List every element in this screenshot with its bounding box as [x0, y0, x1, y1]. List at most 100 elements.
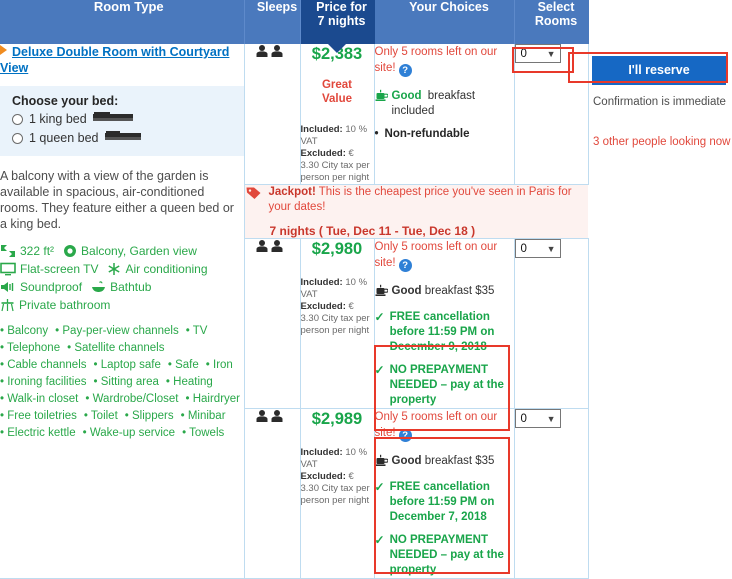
amenity-line: • Walk-in closet • Wardrobe/Closet • Haird… [0, 391, 244, 408]
chevron-down-icon: ▼ [546, 48, 556, 59]
radio-king-bed-icon[interactable] [12, 113, 23, 125]
check-icon: ✓ [374, 480, 385, 494]
amenity-item: • Satellite channels [67, 342, 165, 354]
amenity-item: • Heating [165, 376, 213, 388]
amenity-item: • TV [185, 325, 208, 337]
header-select-line2: Rooms [534, 14, 578, 28]
king-bed-icon [92, 111, 133, 127]
breakfast-icon [375, 284, 388, 302]
help-icon[interactable]: ? [398, 64, 412, 77]
rooms-table: Room Type Sleeps Price for 7 nights Your… [0, 0, 589, 579]
select-rooms-dropdown[interactable]: 0 ▼ [514, 44, 561, 63]
bed-option-king[interactable]: 1 king bed [12, 111, 234, 127]
room-description: A balcony with a view of the garden is a… [0, 169, 234, 231]
amenity-item: • Free toiletries [0, 410, 77, 422]
sleeps-cell [244, 408, 301, 579]
breakfast-rating: Good [391, 90, 422, 102]
select-rooms-dropdown[interactable]: 0 ▼ [514, 409, 561, 428]
select-rooms-value: 0 [520, 47, 527, 60]
choices-cell: Only 5 rooms left on our site!? Good bre… [374, 44, 515, 185]
help-icon[interactable]: ? [398, 259, 412, 272]
amenity-item: • Safe [167, 359, 199, 371]
amenity-line: • Balcony • Pay-per-view channels • TV [0, 323, 244, 340]
feature-line: 322 ft² Balcony, Garden view [0, 242, 244, 260]
breakfast-detail: breakfast $35 [421, 285, 495, 297]
sleeps-cell [244, 238, 301, 409]
feature-line: Soundproof Bathtub [0, 278, 244, 296]
reserve-panel: I'll reserve Confirmation is immediate 3… [588, 44, 732, 148]
breakfast-rating: Good [391, 285, 422, 297]
breakfast-icon [375, 89, 388, 119]
chevron-down-icon: ▼ [546, 243, 556, 254]
breakfast-info: Good breakfast included [375, 89, 514, 119]
feature-private-bathroom: Private bathroom [0, 296, 110, 314]
tax-included-label: Included: [300, 124, 343, 135]
amenity-item: • Ironing facilities [0, 376, 87, 388]
header-room-type: Room Type [0, 0, 245, 44]
amenity-item: • Wardrobe/Closet [85, 393, 179, 405]
no-prepayment-text: NO PREPAYMENT NEEDED – pay at the proper… [389, 534, 504, 576]
jackpot-top: Jackpot! This is the cheapest price you'… [245, 185, 589, 215]
amenity-line: • Free toiletries • Toilet • Slippers • Min… [0, 408, 244, 425]
breakfast-info: Good breakfast $35 [375, 454, 514, 472]
header-price-line2: 7 nights [317, 14, 366, 28]
select-rooms-value: 0 [520, 412, 527, 425]
amenity-item: • Walk-in closet [0, 393, 79, 405]
free-cancellation-policy: ✓ FREE cancellation before 11:59 PM on D… [375, 480, 514, 525]
bed-option-queen[interactable]: 1 queen bed [12, 130, 234, 146]
choices-cell: Only 5 rooms left on our site!? Good bre… [374, 238, 515, 409]
amenity-item: • Iron [205, 359, 233, 371]
no-prepayment-text: NO PREPAYMENT NEEDED – pay at the proper… [389, 364, 504, 406]
tv-icon [0, 262, 16, 276]
select-rooms-dropdown[interactable]: 0 ▼ [514, 239, 561, 258]
room-type-cell: Deluxe Double Room with Courtyard View C… [0, 44, 245, 579]
feature-air-conditioning: Air conditioning [107, 260, 208, 278]
price-cell: $2,980 Included: 10 % VAT Excluded: € 3.… [300, 238, 375, 409]
value-badge: Great Value [321, 79, 353, 105]
header-select-rooms: Select Rooms [514, 0, 589, 44]
radio-queen-bed-icon[interactable] [12, 132, 23, 144]
bed-option-king-label: 1 king bed [29, 112, 87, 126]
breakfast-detail: breakfast $35 [421, 455, 495, 467]
rooms-left-text: Only 5 rooms left on our site! [374, 241, 498, 269]
tax-excluded-label: Excluded: [300, 148, 346, 159]
feature-bathtub: Bathtub [91, 278, 151, 296]
table-row: Deluxe Double Room with Courtyard View C… [0, 44, 589, 579]
select-rooms-cell: 0 ▼ [514, 408, 589, 579]
header-select-line1: Select [537, 0, 575, 14]
bathtub-icon [91, 280, 106, 294]
amenity-item: • Wake-up service [82, 427, 176, 439]
help-icon[interactable]: ? [398, 429, 412, 442]
check-icon: ✓ [374, 310, 385, 324]
breakfast-info: Good breakfast $35 [375, 284, 514, 302]
feature-line: Flat-screen TV Air conditioning [0, 260, 244, 278]
chevron-down-icon: ▼ [546, 413, 556, 424]
jackpot-dates: 7 nights ( Tue, Dec 11 - Tue, Dec 18 ) [269, 224, 476, 238]
amenity-item: • Electric kettle [0, 427, 76, 439]
soundproof-icon [0, 280, 16, 294]
amenity-item: • Slippers [124, 410, 174, 422]
feature-soundproof-label: Soundproof [20, 280, 83, 294]
tax-included-label: Included: [300, 277, 343, 288]
feature-size: 322 ft² [0, 242, 54, 260]
tax-included-label: Included: [300, 447, 343, 458]
price-amount: $2,989 [311, 410, 363, 428]
free-cancellation-text: FREE cancellation before 11:59 PM on Dec… [389, 481, 495, 523]
header-price: Price for 7 nights [300, 0, 375, 53]
feature-view-label: Balcony, Garden view [81, 244, 197, 258]
reserve-button[interactable]: I'll reserve [592, 56, 726, 85]
feature-private-bathroom-label: Private bathroom [19, 298, 111, 312]
size-icon [0, 244, 16, 258]
tax-excluded-label: Excluded: [300, 471, 346, 482]
non-refundable-label: Non-refundable [375, 128, 514, 140]
rooms-left-text: Only 5 rooms left on our site! [374, 46, 498, 74]
amenity-item: • Minibar [180, 410, 226, 422]
policy-list: ✓ FREE cancellation before 11:59 PM on D… [375, 310, 514, 408]
feature-ac-label: Air conditioning [125, 262, 208, 276]
table-header-row: Room Type Sleeps Price for 7 nights Your… [0, 0, 589, 53]
rooms-left-notice: Only 5 rooms left on our site!? [375, 409, 514, 442]
room-title-link[interactable]: Deluxe Double Room with Courtyard View [0, 44, 244, 76]
amenity-line: • Electric kettle • Wake-up service • Towe… [0, 425, 244, 442]
jackpot-banner: Jackpot! This is the cheapest price you'… [244, 184, 589, 239]
amenity-list: • Balcony • Pay-per-view channels • TV • T… [0, 323, 244, 442]
